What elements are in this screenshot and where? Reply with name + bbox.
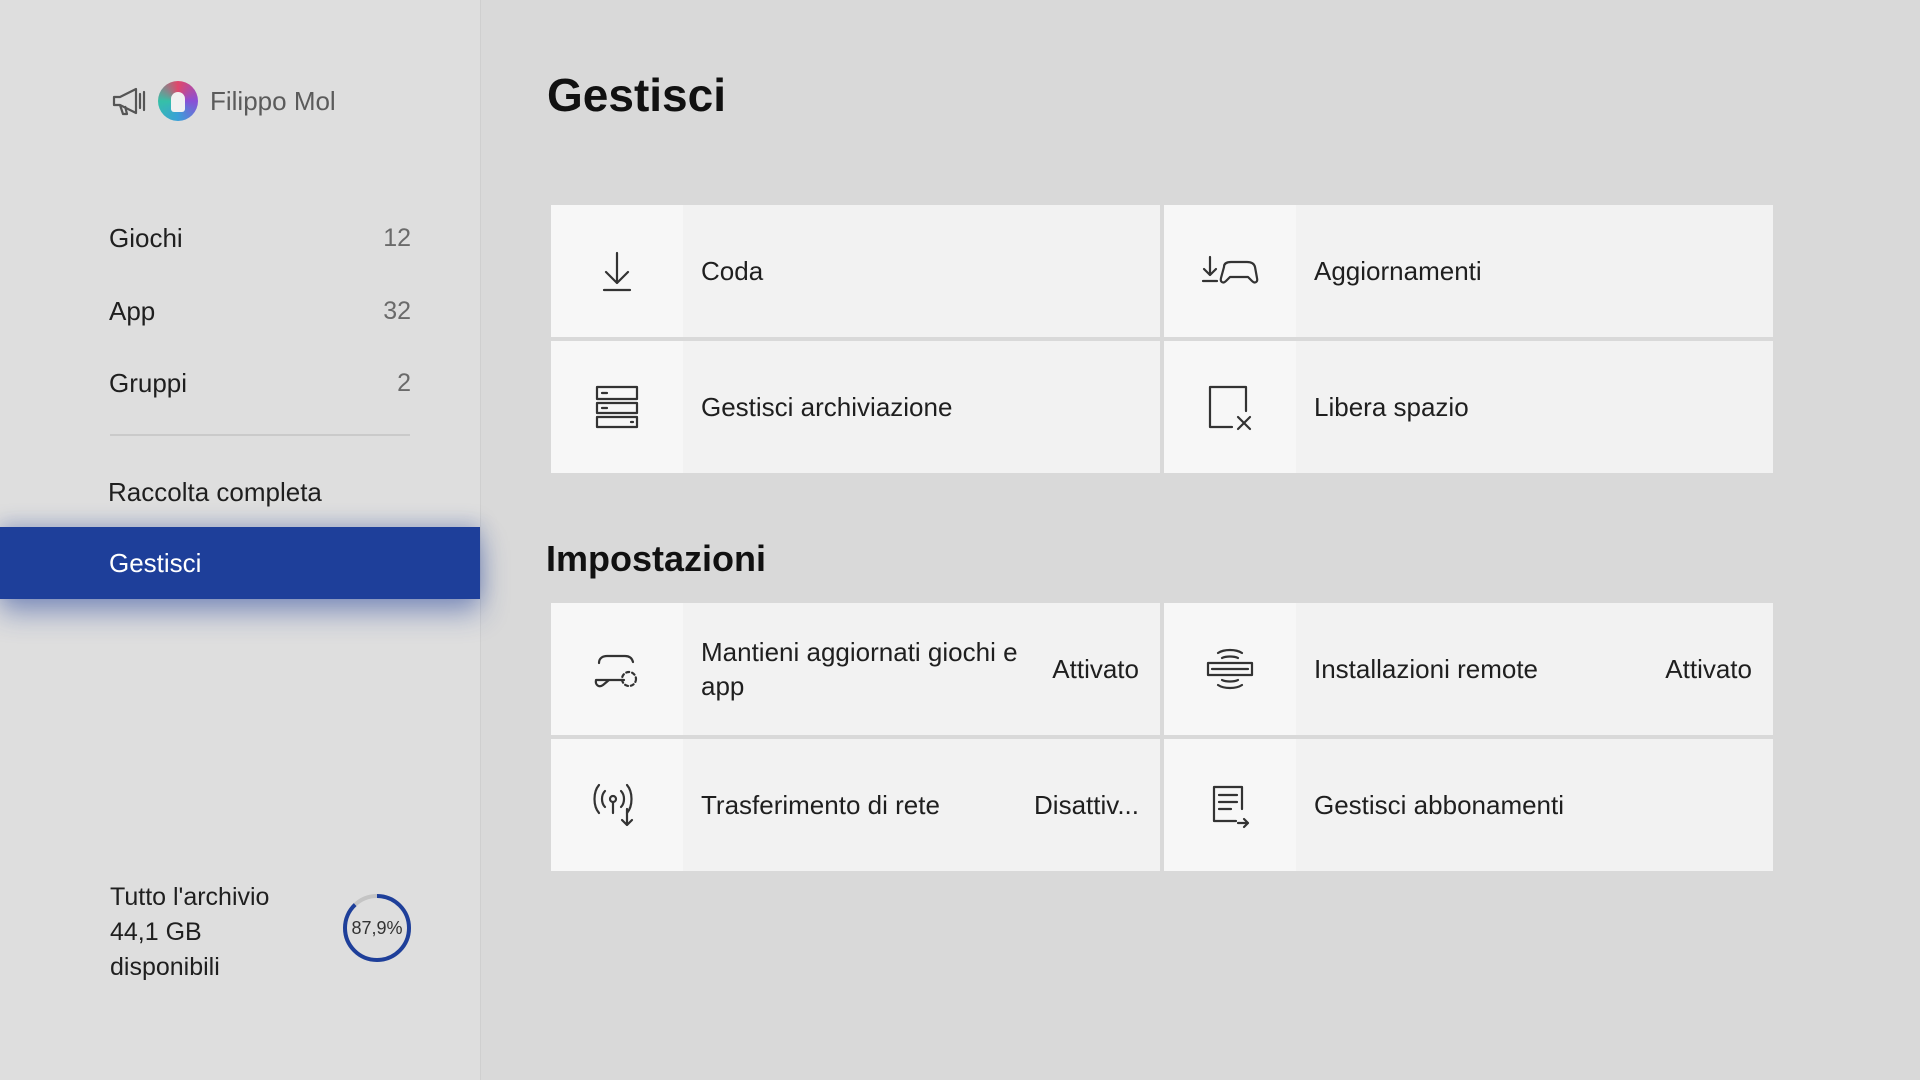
free-space-icon [1208,385,1252,431]
tile-label: Gestisci abbonamenti [1314,790,1565,820]
network-transfer-icon [593,783,634,827]
download-controller-icon [1201,255,1259,284]
tile-manage-subscriptions[interactable]: Gestisci abbonamenti [1164,739,1773,871]
sidebar-item-count: 12 [383,223,411,252]
tile-label: Mantieni aggiornati giochi e app [701,637,1018,701]
sidebar-item-manage-selected[interactable]: Gestisci [0,527,480,599]
controller-updating-icon [594,654,638,688]
sidebar-item-gruppi[interactable]: Gruppi 2 [109,353,411,413]
gamertag: Filippo Mol [210,85,336,116]
avatar[interactable] [158,81,198,121]
sidebar-item-app[interactable]: App 32 [109,281,411,341]
sidebar-item-giochi[interactable]: Giochi 12 [109,208,411,268]
tile-label: Aggiornamenti [1314,256,1482,286]
storage-label: Tutto l'archivio [110,883,270,911]
sidebar-item-label: Gestisci [109,547,202,578]
subscriptions-icon [1212,785,1250,829]
tile-label: Trasferimento di rete [701,790,940,820]
profile[interactable]: Filippo Mol [110,78,336,124]
page-title: Gestisci [547,69,726,121]
tile-queue[interactable]: Coda [551,205,1160,337]
tile-network-transfer[interactable]: Trasferimento di rete Disattiv... [551,739,1160,871]
tile-manage-storage[interactable]: Gestisci archiviazione [551,341,1160,473]
sidebar-divider [110,434,410,436]
sidebar-item-label: Gruppi [109,367,188,398]
tile-remote-installs[interactable]: Installazioni remote Attivato [1164,603,1773,735]
tile-label: Installazioni remote [1314,654,1538,684]
tile-keep-updated[interactable]: Mantieni aggiornati giochi e app Attivat… [551,603,1160,735]
storage-free-label: disponibili [110,953,220,981]
tile-value: Attivato [1052,653,1139,684]
download-icon [602,251,632,292]
sidebar-item-count: 2 [397,368,411,397]
tile-label: Gestisci archiviazione [701,392,953,422]
storage-usage-ring: 87,9% [342,893,412,963]
storage-percent: 87,9% [351,917,403,938]
tile-value: Disattiv... [1034,789,1139,820]
sidebar-item-full-collection[interactable]: Raccolta completa [108,477,322,508]
tile-label: Libera spazio [1314,392,1469,422]
tile-free-space[interactable]: Libera spazio [1164,341,1773,473]
storage-summary[interactable]: Tutto l'archivio 44,1 GB disponibili [110,880,269,985]
tile-updates[interactable]: Aggiornamenti [1164,205,1773,337]
sidebar-item-label: App [109,295,156,326]
storage-icon [595,385,639,429]
megaphone-icon [112,87,146,116]
remote-install-icon [1206,648,1254,690]
tile-label: Coda [701,256,764,286]
sidebar: Filippo Mol Giochi 12 App 32 Gruppi 2 Ra… [0,0,481,1080]
sidebar-item-count: 32 [383,296,411,325]
settings-section-title: Impostazioni [546,538,767,579]
storage-free-amount: 44,1 GB [110,918,202,946]
sidebar-item-label: Giochi [109,222,183,253]
tile-value: Attivato [1665,653,1752,684]
